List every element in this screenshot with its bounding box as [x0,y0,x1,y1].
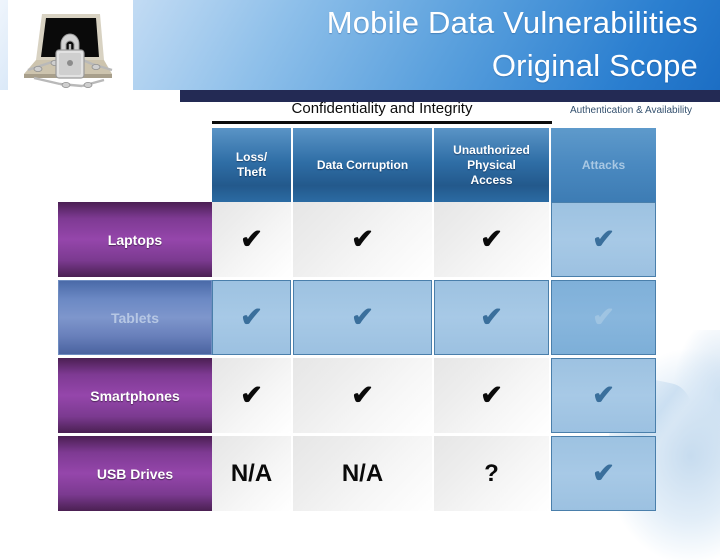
check-icon: ✔ [592,458,615,488]
cell-r1-c4[interactable]: ✔ [551,202,656,277]
cell-r2-c4[interactable]: ✔ [551,280,656,355]
check-icon: ✔ [351,302,374,332]
page-title: Mobile Data Vulnerabilities Original Sco… [326,5,698,83]
cell-r4-c1[interactable]: N/A [212,436,291,511]
cell-r2-c3[interactable]: ✔ [434,280,549,355]
check-icon: ✔ [351,380,374,410]
cell-r4-c3[interactable]: ? [434,436,549,511]
cell-r3-c1[interactable]: ✔ [212,358,291,433]
row-label-1[interactable]: Laptops [58,202,212,277]
cell-r1-c3[interactable]: ✔ [434,202,549,277]
check-icon: ✔ [592,380,615,410]
check-icon: ✔ [240,302,263,332]
navy-bar-left-spacer [0,90,180,102]
column-header-2: Data Corruption [293,128,432,202]
row-label-2[interactable]: Tablets [58,280,212,355]
check-icon: ✔ [480,380,503,410]
check-icon: ✔ [480,224,503,254]
check-icon: ✔ [592,302,615,332]
caption-confidentiality: Confidentiality and Integrity [291,100,473,117]
row-label-4[interactable]: USB Drives [58,436,212,511]
cell-r4-c4[interactable]: ✔ [551,436,656,511]
vulnerability-matrix: Loss/ Theft Data Corruption Unauthorized P… [58,128,658,518]
column-header-4: Attacks [551,128,656,202]
cell-r1-c2[interactable]: ✔ [293,202,432,277]
cell-r2-c2[interactable]: ✔ [293,280,432,355]
cell-r3-c4[interactable]: ✔ [551,358,656,433]
laptop-padlock-chain-icon [8,0,133,92]
cell-r3-c3[interactable]: ✔ [434,358,549,433]
caption-authentication: Authentication & Availability [569,105,693,116]
column-header-1: Loss/ Theft [212,128,291,202]
cell-r3-c2[interactable]: ✔ [293,358,432,433]
check-icon: ✔ [240,224,263,254]
cell-r2-c1[interactable]: ✔ [212,280,291,355]
check-icon: ✔ [480,302,503,332]
cell-r4-c2[interactable]: N/A [293,436,432,511]
cell-r1-c1[interactable]: ✔ [212,202,291,277]
check-icon: ✔ [240,380,263,410]
caption-confidentiality-underline [212,121,552,124]
check-icon: ✔ [351,224,374,254]
check-icon: ✔ [592,224,615,254]
row-label-3[interactable]: Smartphones [58,358,212,433]
column-header-3: Unauthorized Physical Access [434,128,549,202]
